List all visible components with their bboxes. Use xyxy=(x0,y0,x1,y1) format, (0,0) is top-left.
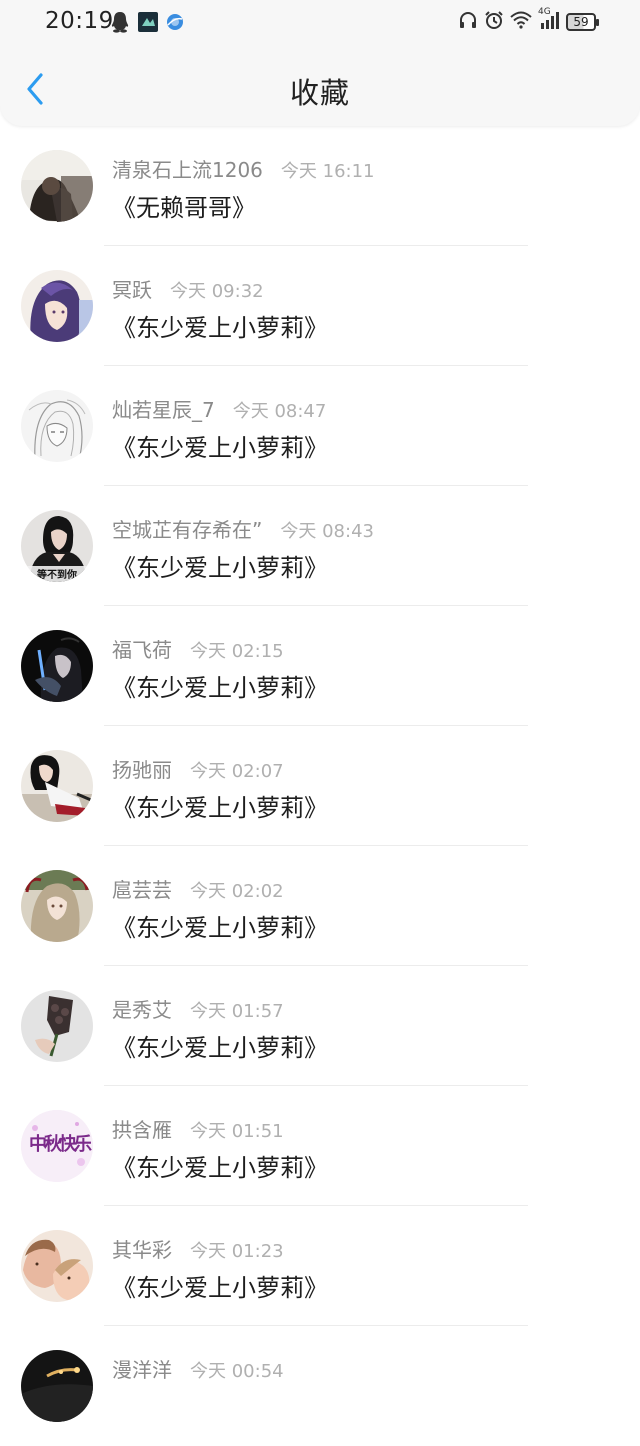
timestamp: 今天 01:23 xyxy=(190,1241,284,1262)
list-item[interactable]: 中秋快乐 拱含雁 今天 01:51 《东少爱上小萝莉》 xyxy=(0,1086,640,1206)
item-meta: 福飞荷 今天 02:15 xyxy=(112,634,284,663)
timestamp: 今天 02:02 xyxy=(190,881,284,902)
nav-header: 收藏 xyxy=(0,50,640,126)
favorites-list: 清泉石上流1206 今天 16:11 《无赖哥哥》 冥跃 今天 09:32 《东… xyxy=(0,126,640,1446)
avatar-caption: 中秋快乐 xyxy=(29,1134,92,1155)
username[interactable]: 是秀艾 xyxy=(112,994,172,1023)
book-title[interactable]: 《东少爱上小萝莉》 xyxy=(112,548,328,583)
top-bar: 20:19 4G 59 收藏 xyxy=(0,0,640,126)
status-time: 20:19 xyxy=(45,8,114,34)
headphones-icon xyxy=(458,10,478,34)
avatar[interactable] xyxy=(21,870,93,942)
avatar[interactable] xyxy=(21,1350,93,1422)
status-right-icons: 4G 59 xyxy=(458,7,599,34)
username[interactable]: 空城芷有存希在” xyxy=(112,514,262,543)
username[interactable]: 漫洋洋 xyxy=(112,1354,172,1383)
item-meta: 扬驰丽 今天 02:07 xyxy=(112,754,284,783)
avatar[interactable]: 中秋快乐 xyxy=(21,1110,93,1182)
book-title[interactable]: 《东少爱上小萝莉》 xyxy=(112,1028,328,1063)
book-title[interactable]: 《东少爱上小萝莉》 xyxy=(112,1148,328,1183)
book-title[interactable]: 《东少爱上小萝莉》 xyxy=(112,1268,328,1303)
timestamp: 今天 08:47 xyxy=(232,401,327,422)
username[interactable]: 扈芸芸 xyxy=(112,874,172,903)
username[interactable]: 扬驰丽 xyxy=(112,754,172,783)
item-meta: 是秀艾 今天 01:57 xyxy=(112,994,284,1023)
avatar[interactable] xyxy=(21,630,93,702)
username[interactable]: 清泉石上流1206 xyxy=(112,154,263,183)
item-meta: 漫洋洋 今天 00:54 xyxy=(112,1354,284,1383)
timestamp: 今天 00:54 xyxy=(190,1361,284,1382)
timestamp: 今天 08:43 xyxy=(280,521,374,542)
list-item[interactable]: 扬驰丽 今天 02:07 《东少爱上小萝莉》 xyxy=(0,726,640,846)
list-item[interactable]: 其华彩 今天 01:23 《东少爱上小萝莉》 xyxy=(0,1206,640,1326)
book-title[interactable]: 《东少爱上小萝莉》 xyxy=(112,428,328,463)
list-item[interactable]: 福飞荷 今天 02:15 《东少爱上小萝莉》 xyxy=(0,606,640,726)
username[interactable]: 冥跃 xyxy=(112,274,152,303)
avatar[interactable] xyxy=(21,750,93,822)
alarm-icon xyxy=(484,10,504,34)
network-type-label: 4G xyxy=(538,7,551,17)
list-item[interactable]: 是秀艾 今天 01:57 《东少爱上小萝莉》 xyxy=(0,966,640,1086)
item-meta: 扈芸芸 今天 02:02 xyxy=(112,874,284,903)
avatar[interactable] xyxy=(21,1230,93,1302)
timestamp: 今天 16:11 xyxy=(280,161,375,182)
timestamp: 今天 01:51 xyxy=(190,1121,284,1142)
list-item[interactable]: 漫洋洋 今天 00:54 xyxy=(0,1326,640,1446)
avatar-caption: 等不到你 xyxy=(37,570,77,581)
status-left-icons xyxy=(110,11,184,37)
list-item[interactable]: 灿若星辰_7 今天 08:47 《东少爱上小萝莉》 xyxy=(0,366,640,486)
timestamp: 今天 02:07 xyxy=(190,761,284,782)
app-notification-icon xyxy=(138,12,158,36)
item-meta: 其华彩 今天 01:23 xyxy=(112,1234,284,1263)
status-bar: 20:19 4G 59 xyxy=(0,0,640,44)
avatar[interactable]: 等不到你 xyxy=(21,510,93,582)
item-meta: 清泉石上流1206 今天 16:11 xyxy=(112,154,375,183)
qq-icon xyxy=(110,11,130,37)
username[interactable]: 其华彩 xyxy=(112,1234,172,1263)
item-meta: 灿若星辰_7 今天 08:47 xyxy=(112,394,326,423)
item-meta: 冥跃 今天 09:32 xyxy=(112,274,264,303)
battery-level: 59 xyxy=(573,15,589,29)
book-title[interactable]: 《无赖哥哥》 xyxy=(112,188,256,223)
username[interactable]: 灿若星辰_7 xyxy=(112,394,215,423)
book-title[interactable]: 《东少爱上小萝莉》 xyxy=(112,308,328,343)
avatar[interactable] xyxy=(21,270,93,342)
username[interactable]: 福飞荷 xyxy=(112,634,172,663)
item-meta: 空城芷有存希在” 今天 08:43 xyxy=(112,514,374,543)
timestamp: 今天 01:57 xyxy=(190,1001,284,1022)
signal-icon: 4G xyxy=(538,7,560,33)
avatar[interactable] xyxy=(21,150,93,222)
username[interactable]: 拱含雁 xyxy=(112,1114,172,1143)
wifi-icon xyxy=(510,11,532,33)
browser-icon xyxy=(166,13,184,35)
list-item[interactable]: 等不到你 空城芷有存希在” 今天 08:43 《东少爱上小萝莉》 xyxy=(0,486,640,606)
book-title[interactable]: 《东少爱上小萝莉》 xyxy=(112,668,328,703)
book-title[interactable]: 《东少爱上小萝莉》 xyxy=(112,908,328,943)
page-title: 收藏 xyxy=(289,76,350,110)
book-title[interactable]: 《东少爱上小萝莉》 xyxy=(112,788,328,823)
battery-icon: 59 xyxy=(566,13,599,31)
timestamp: 今天 02:15 xyxy=(190,641,284,662)
avatar[interactable] xyxy=(21,390,93,462)
item-meta: 拱含雁 今天 01:51 xyxy=(112,1114,284,1143)
list-item[interactable]: 清泉石上流1206 今天 16:11 《无赖哥哥》 xyxy=(0,126,640,246)
list-item[interactable]: 冥跃 今天 09:32 《东少爱上小萝莉》 xyxy=(0,246,640,366)
avatar[interactable] xyxy=(21,990,93,1062)
list-item[interactable]: 扈芸芸 今天 02:02 《东少爱上小萝莉》 xyxy=(0,846,640,966)
timestamp: 今天 09:32 xyxy=(170,281,264,302)
